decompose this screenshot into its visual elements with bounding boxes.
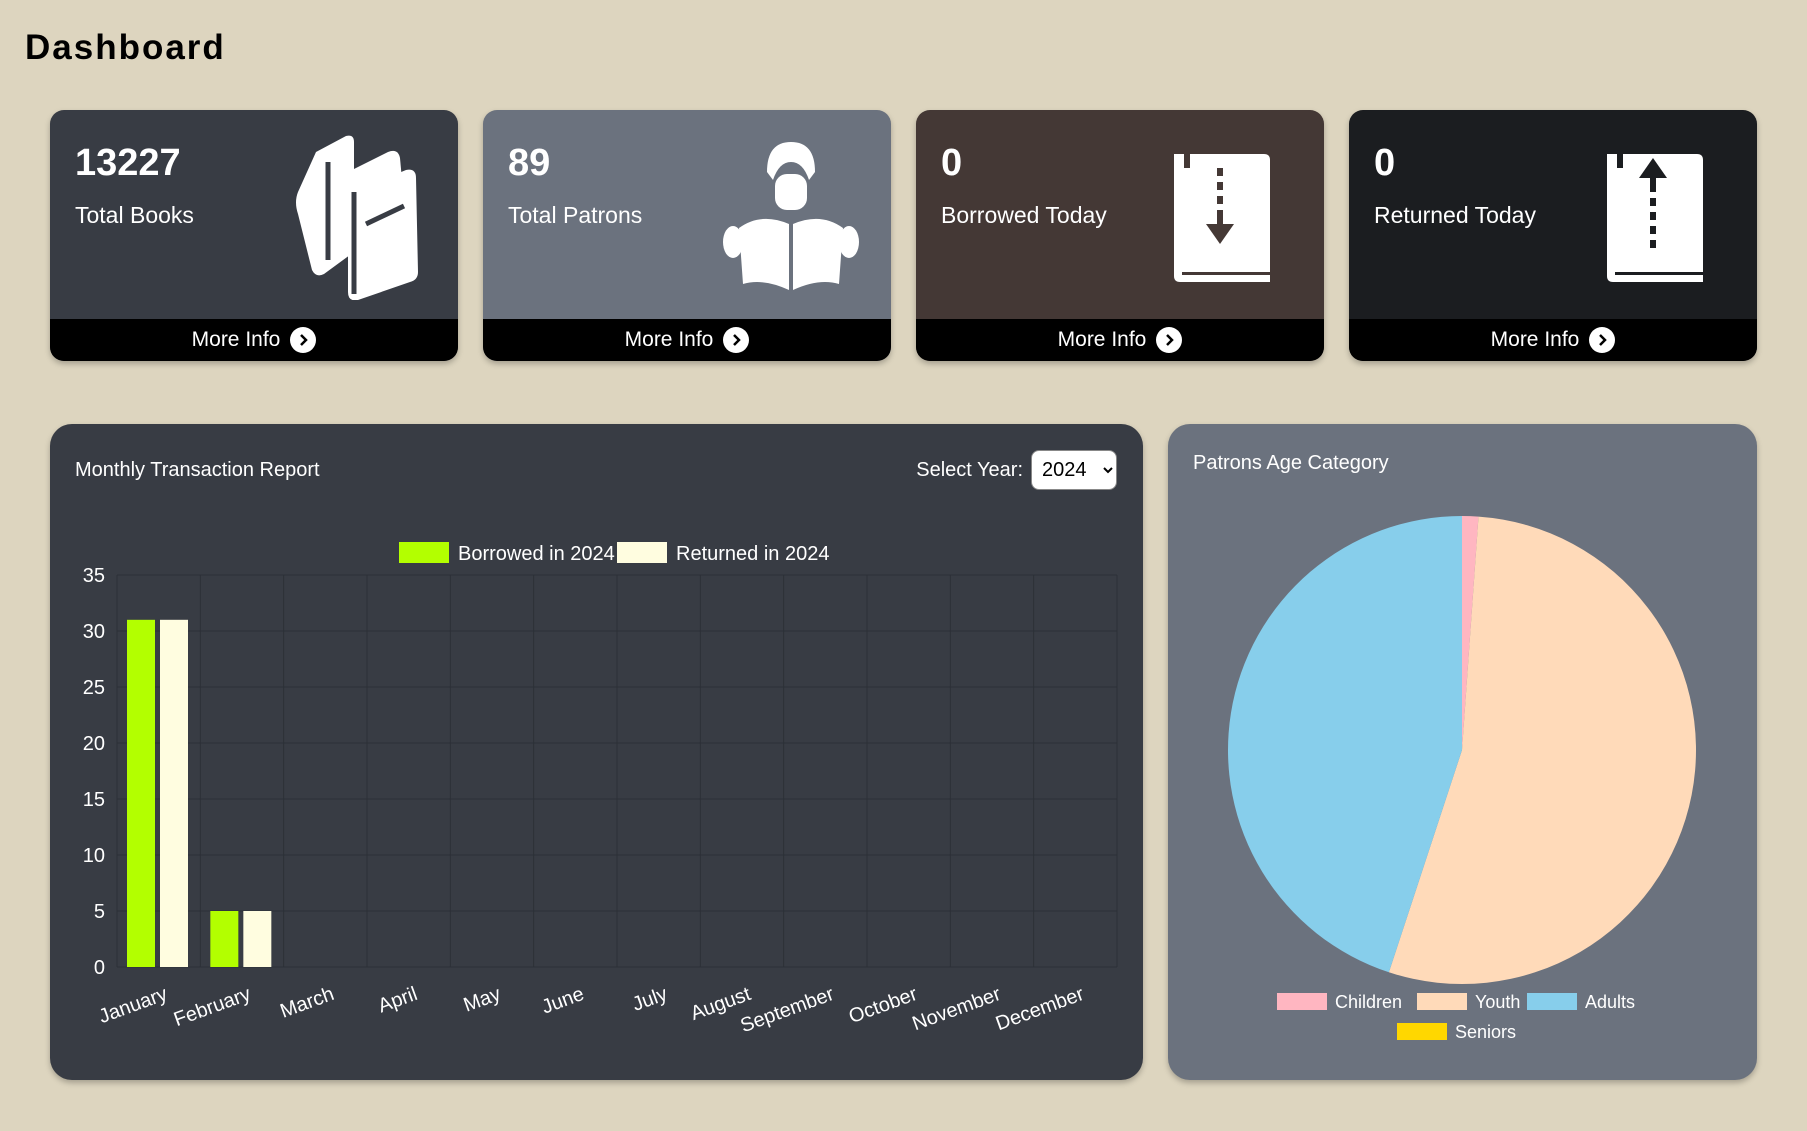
chevron-right-icon: [290, 327, 317, 353]
legend-swatch: [617, 542, 667, 563]
x-tick-label: December: [993, 983, 1088, 1035]
page-title: Dashboard: [25, 28, 226, 67]
x-tick-label: November: [909, 983, 1004, 1035]
x-tick-label: January: [96, 983, 170, 1028]
legend-label: Youth: [1475, 992, 1520, 1012]
x-tick-label: May: [461, 983, 504, 1017]
legend-label: Adults: [1585, 992, 1635, 1012]
more-info-link[interactable]: More Info: [1349, 319, 1757, 361]
x-tick-label: July: [629, 983, 670, 1016]
y-tick-label: 10: [83, 845, 105, 867]
reader-icon: [723, 142, 859, 290]
x-tick-label: June: [539, 983, 587, 1019]
card-label: Borrowed Today: [941, 202, 1107, 228]
more-info-label: More Info: [191, 328, 281, 351]
legend-label: Seniors: [1455, 1022, 1516, 1042]
total-patrons-card: 89 Total Patrons More Info: [483, 110, 891, 361]
legend-label: Children: [1335, 992, 1402, 1012]
borrowed-today-card: 0 Borrowed Today More Info: [916, 110, 1324, 361]
legend-swatch: [399, 542, 449, 563]
legend-swatch: [1277, 993, 1327, 1010]
y-tick-label: 35: [83, 565, 105, 587]
book-upload-icon: [1607, 150, 1707, 282]
y-tick-label: 30: [83, 621, 105, 643]
chevron-right-icon: [1589, 327, 1616, 353]
chevron-right-icon: [723, 327, 750, 353]
legend-label: Returned in 2024: [676, 543, 829, 565]
bar-borrowed-in-2024: [210, 911, 239, 967]
more-info-link[interactable]: More Info: [483, 319, 891, 361]
card-count: 0: [1374, 142, 1396, 184]
more-info-label: More Info: [1057, 328, 1147, 351]
card-count: 0: [941, 142, 963, 184]
chevron-right-icon: [1156, 327, 1183, 353]
y-tick-label: 15: [83, 789, 105, 811]
more-info-label: More Info: [1490, 328, 1580, 351]
legend-label: Borrowed in 2024: [458, 543, 615, 565]
bar-returned-in-2024: [243, 911, 272, 967]
more-info-link[interactable]: More Info: [916, 319, 1324, 361]
more-info-link[interactable]: More Info: [50, 319, 458, 361]
total-books-card: 13227 Total Books More Info: [50, 110, 458, 361]
y-tick-label: 25: [83, 677, 105, 699]
card-label: Returned Today: [1374, 202, 1536, 228]
returned-today-card: 0 Returned Today More Info: [1349, 110, 1757, 361]
patrons-age-chart: Children Youth Adults Seniors: [1227, 516, 1696, 1042]
y-tick-label: 20: [83, 733, 105, 755]
book-download-icon: [1174, 150, 1274, 282]
monthly-transaction-chart: 0 5 10 15 20 25 30 35 January February March April M…: [83, 542, 1118, 1037]
legend-swatch: [1417, 993, 1467, 1010]
card-label: Total Patrons: [508, 202, 643, 228]
x-tick-label: September: [738, 983, 838, 1037]
x-tick-label: March: [277, 983, 337, 1023]
bar-borrowed-in-2024: [127, 619, 155, 967]
y-tick-label: 5: [94, 901, 105, 923]
books-icon: [296, 135, 418, 300]
y-tick-label: 0: [94, 957, 105, 979]
age-category-panel: Patrons Age Category Children Youth Adults…: [1168, 424, 1757, 1080]
x-tick-label: April: [375, 983, 420, 1017]
legend-swatch: [1397, 1023, 1447, 1040]
x-tick-label: February: [171, 983, 254, 1031]
card-count: 89: [508, 142, 551, 184]
x-tick-label: October: [846, 983, 921, 1028]
more-info-label: More Info: [624, 328, 714, 351]
card-count: 13227: [75, 142, 181, 184]
card-label: Total Books: [75, 202, 194, 228]
legend-swatch: [1527, 993, 1577, 1010]
transaction-report-panel: Monthly Transaction Report Select Year: …: [50, 424, 1143, 1080]
bar-returned-in-2024: [160, 619, 188, 967]
